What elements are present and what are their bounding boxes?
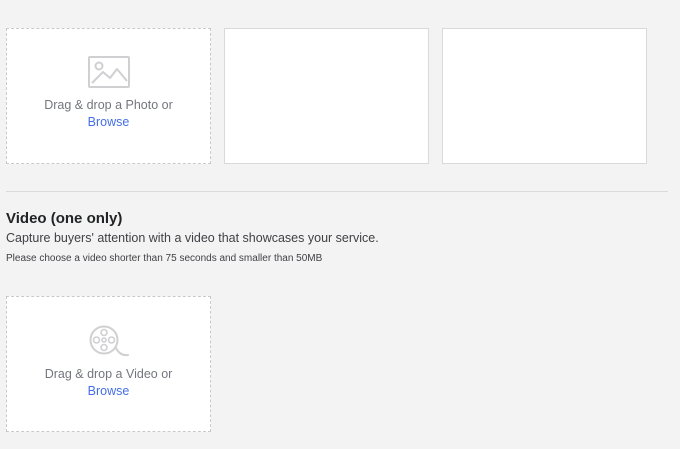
film-reel-icon <box>89 325 129 357</box>
photo-dropzone[interactable]: Drag & drop a Photo or Browse <box>6 28 211 164</box>
video-section-title: Video (one only) <box>6 210 123 227</box>
video-section-note: Please choose a video shorter than 75 se… <box>6 253 323 264</box>
photo-dropzone-content: Drag & drop a Photo or Browse <box>7 55 210 131</box>
video-dropzone-content: Drag & drop a Video or Browse <box>7 324 210 400</box>
section-divider <box>6 191 668 192</box>
video-browse-link[interactable]: Browse <box>7 383 210 400</box>
video-dropzone[interactable]: Drag & drop a Video or Browse <box>6 296 211 432</box>
photo-slot-empty[interactable] <box>442 28 647 164</box>
photo-slot-empty[interactable] <box>224 28 429 164</box>
image-icon <box>87 56 130 88</box>
video-section-description: Capture buyers' attention with a video t… <box>6 231 379 245</box>
video-drop-text: Drag & drop a Video or <box>44 367 173 381</box>
photo-browse-link[interactable]: Browse <box>7 114 210 131</box>
photo-drop-text: Drag & drop a Photo or <box>44 98 173 112</box>
gig-gallery-page: Drag & drop a Photo or Browse Video (one… <box>0 0 680 449</box>
